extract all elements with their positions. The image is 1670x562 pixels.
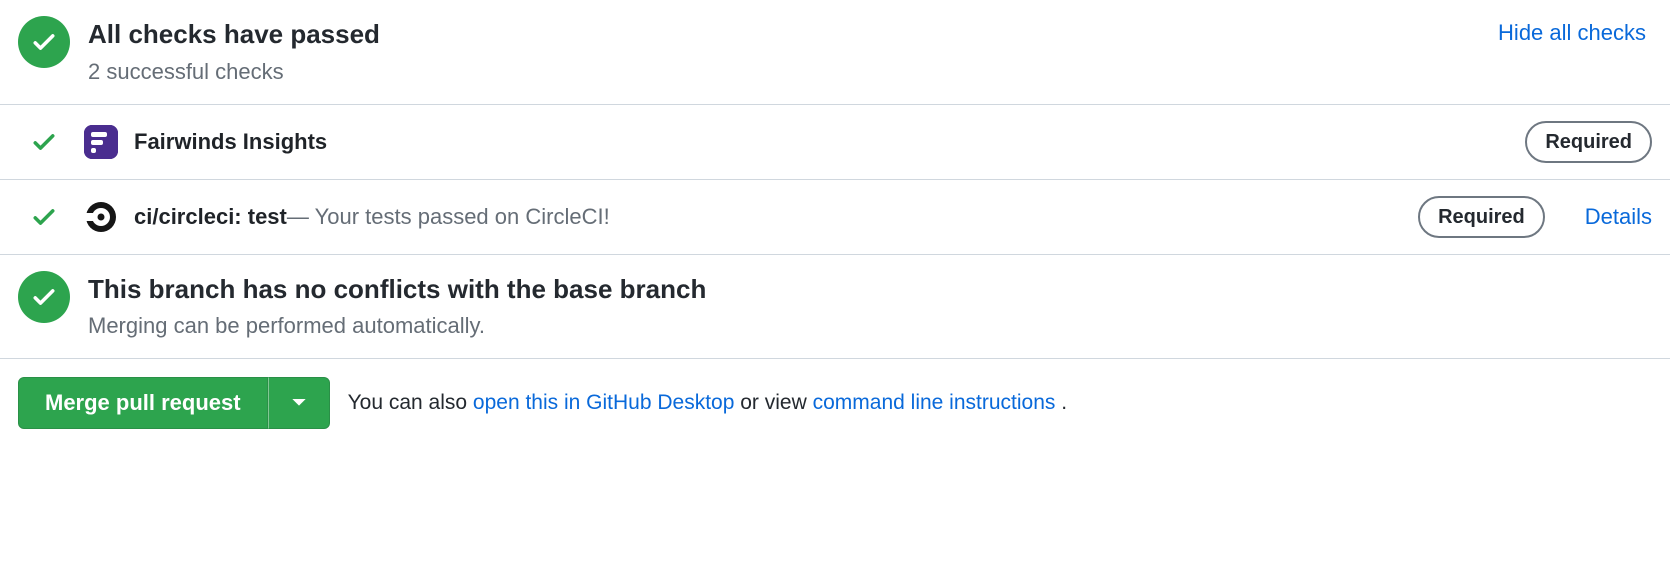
list-item: ci/circleci: test — Your tests passed on…: [0, 180, 1670, 255]
merge-help-middle: or view: [740, 391, 812, 414]
check-text: Fairwinds Insights: [134, 125, 1513, 158]
chevron-down-icon: [291, 397, 307, 409]
check-description: — Your tests passed on CircleCI!: [287, 200, 610, 233]
list-item: Fairwinds Insights Required: [0, 105, 1670, 180]
merge-section: Merge pull request You can also open thi…: [0, 359, 1670, 447]
checks-summary-text: All checks have passed 2 successful chec…: [88, 16, 380, 88]
check-success-circle-icon: [18, 16, 70, 68]
conflicts-text: This branch has no conflicts with the ba…: [88, 271, 706, 343]
merge-help-suffix: .: [1061, 391, 1067, 414]
checks-summary-section: All checks have passed 2 successful chec…: [0, 0, 1670, 105]
conflicts-section: This branch has no conflicts with the ba…: [0, 255, 1670, 360]
merge-help-text: You can also open this in GitHub Desktop…: [348, 387, 1067, 419]
required-badge: Required: [1525, 121, 1652, 163]
conflicts-subtitle: Merging can be performed automatically.: [88, 309, 706, 342]
check-success-circle-icon: [18, 271, 70, 323]
toggle-checks-link[interactable]: Hide all checks: [1498, 16, 1646, 49]
merge-help-prefix: You can also: [348, 391, 473, 414]
check-name: Fairwinds Insights: [134, 125, 327, 158]
checks-summary-title: All checks have passed: [88, 18, 380, 51]
required-badge: Required: [1418, 196, 1545, 238]
merge-pull-request-button[interactable]: Merge pull request: [18, 377, 268, 429]
circleci-icon: [84, 200, 118, 234]
check-name: ci/circleci: test: [134, 200, 287, 233]
open-github-desktop-link[interactable]: open this in GitHub Desktop: [473, 391, 734, 414]
check-success-icon: [18, 203, 70, 231]
merge-dropdown-button[interactable]: [268, 377, 330, 429]
check-details-link[interactable]: Details: [1585, 200, 1652, 233]
check-success-icon: [18, 128, 70, 156]
merge-button-group: Merge pull request: [18, 377, 330, 429]
command-line-instructions-link[interactable]: command line instructions: [813, 391, 1056, 414]
checks-summary-subtitle: 2 successful checks: [88, 55, 380, 88]
check-text: ci/circleci: test — Your tests passed on…: [134, 200, 1406, 233]
conflicts-title: This branch has no conflicts with the ba…: [88, 273, 706, 306]
fairwinds-icon: [84, 125, 118, 159]
